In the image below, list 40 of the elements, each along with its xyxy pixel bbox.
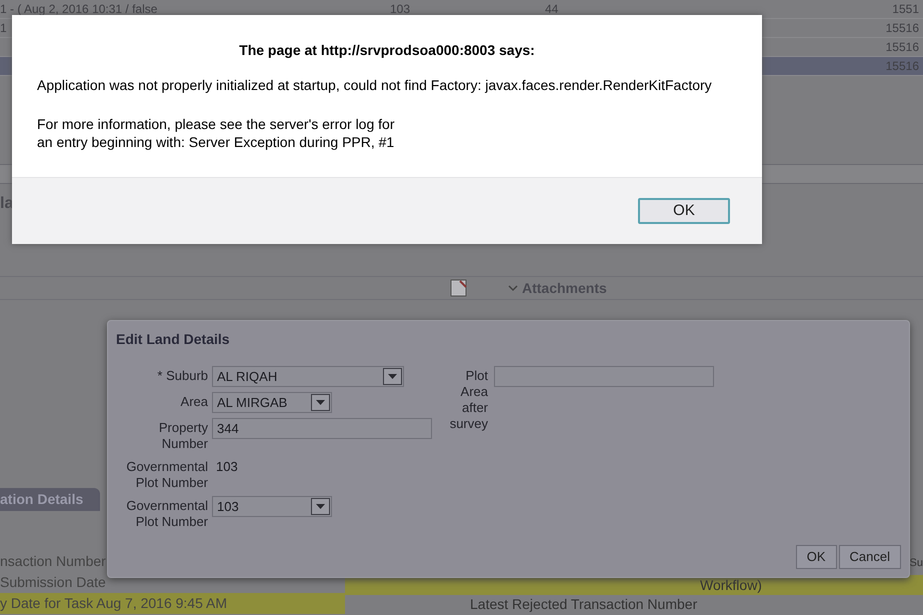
caret-icon (388, 374, 397, 379)
alert-detail: For more information, please see the server's error log for (37, 115, 396, 133)
alert-detail: an entry beginning with: Server Exception during PPR, #1 (37, 133, 396, 151)
table-cell-text: 44 (545, 1, 560, 18)
dialog-button[interactable]: Cancel (838, 545, 901, 569)
dropdown-field[interactable]: 103 (212, 496, 332, 517)
dropdown-button[interactable] (311, 394, 330, 411)
alert-title: The page at http://srvprodsoa000:8003 says: (239, 41, 535, 60)
table-cell-text: 1 (0, 20, 8, 37)
field-label: Plot Area after survey (448, 367, 488, 432)
field-label: Property Number (158, 419, 208, 452)
alert-message: Application was not properly initialized at startup, could not find Factory: javax.faces.render.RenderKitFactory (37, 76, 713, 95)
note-icon[interactable] (450, 279, 468, 297)
table-cell-text: 103 (390, 1, 412, 18)
field-label: Submission Date (0, 573, 107, 592)
text-field[interactable]: 344 (212, 418, 432, 439)
caret-icon (316, 400, 325, 405)
field-label: Governmental Plot Number (125, 497, 208, 530)
caret-icon (316, 504, 325, 509)
ok-button[interactable]: OK (638, 198, 730, 224)
table-cell-text: 15516 (886, 20, 920, 37)
table-cell-text: 15516 (886, 39, 920, 56)
field-label: * Suburb (156, 367, 208, 384)
dialog-button[interactable]: OK (796, 545, 837, 569)
dialog-title: Edit Land Details (116, 330, 231, 349)
field-label: Area (180, 393, 208, 410)
field-label: nsaction Number (0, 552, 107, 571)
dropdown-button[interactable] (383, 368, 402, 385)
text-field[interactable] (494, 366, 714, 387)
table-cell-text: 1 - ( Aug 2, 2016 10:31 / false (0, 1, 158, 18)
field-label: Su (910, 556, 923, 571)
table-cell-text: 1551 (892, 1, 920, 18)
field-value: 103 (215, 458, 238, 476)
field-label: Latest Rejected Transaction Number (470, 595, 698, 613)
dropdown-field[interactable]: AL MIRGAB (212, 392, 332, 413)
dropdown-button[interactable] (311, 498, 330, 515)
field-label: y Date for Task Aug 7, 2016 9:45 AM (0, 593, 345, 614)
field-label: Governmental Plot Number (125, 458, 208, 491)
dropdown-field[interactable]: AL RIQAH (212, 366, 404, 387)
field-label: Workflow) (700, 576, 762, 595)
